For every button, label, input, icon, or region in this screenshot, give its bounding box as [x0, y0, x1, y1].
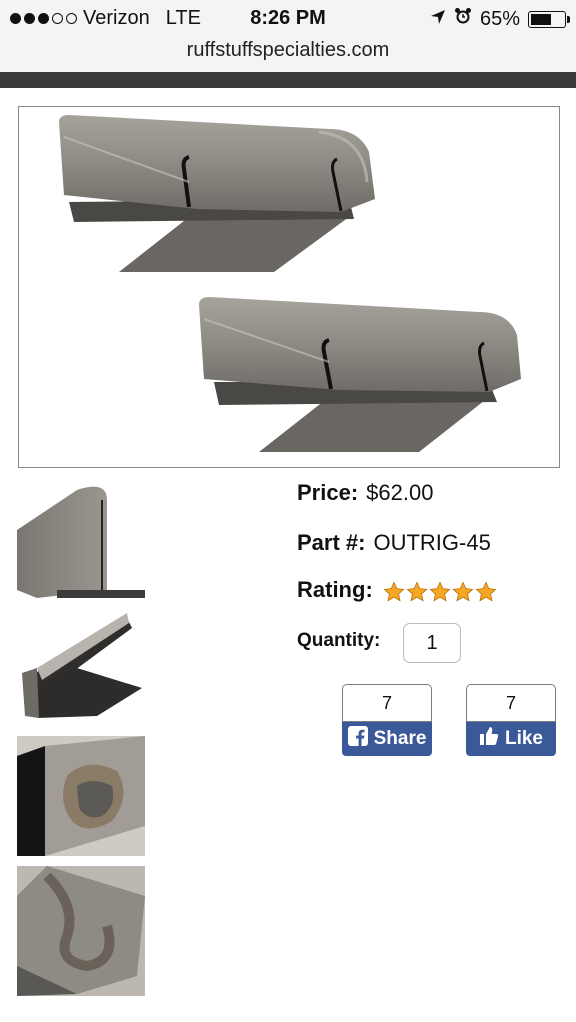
facebook-f-icon — [347, 726, 368, 752]
location-arrow-icon — [430, 8, 446, 31]
rating-label: Rating: — [297, 577, 373, 602]
thumbnail-2[interactable] — [17, 608, 145, 728]
part-number-row: Part #: OUTRIG-45 — [297, 530, 491, 556]
like-label: Like — [504, 728, 544, 749]
outrigger-bracket-bottom — [199, 297, 521, 452]
facebook-share-widget: 7 Share — [342, 684, 432, 756]
main-product-image[interactable] — [18, 106, 560, 468]
like-count: 7 — [466, 684, 556, 729]
star-icon — [429, 581, 451, 602]
part-number-label: Part #: — [297, 530, 366, 555]
quantity-input[interactable]: 1 — [403, 623, 461, 663]
share-label: Share — [373, 728, 427, 749]
thumbnail-3[interactable] — [17, 736, 145, 856]
thumbs-up-icon — [479, 726, 499, 752]
status-bar: Verizon LTE 8:26 PM 65% — [0, 0, 576, 38]
battery-icon — [528, 10, 570, 28]
rating-row: Rating: — [297, 577, 497, 603]
part-number-value: OUTRIG-45 — [373, 530, 491, 555]
thumbnail-1[interactable] — [17, 480, 145, 600]
site-header-strip — [0, 72, 576, 88]
star-icon — [406, 581, 428, 602]
price-value: $62.00 — [366, 480, 434, 505]
outrigger-bracket-top — [59, 115, 375, 272]
star-icon — [383, 581, 405, 602]
url-text[interactable]: ruffstuffspecialties.com — [187, 39, 390, 61]
thumbnail-4[interactable] — [17, 866, 145, 996]
like-button[interactable]: Like — [466, 722, 556, 756]
star-icon — [475, 581, 497, 602]
quantity-label: Quantity: — [297, 630, 381, 651]
share-count: 7 — [342, 684, 432, 729]
share-button[interactable]: Share — [342, 722, 432, 756]
facebook-like-widget: 7 Like — [466, 684, 556, 756]
status-icons: 65% — [430, 7, 570, 31]
alarm-clock-icon — [454, 7, 472, 31]
price-label: Price: — [297, 480, 359, 505]
rating-stars — [383, 581, 497, 603]
star-icon — [452, 581, 474, 602]
price-row: Price: $62.00 — [297, 480, 433, 506]
battery-percent: 65% — [479, 7, 520, 30]
address-bar[interactable]: ruffstuffspecialties.com — [0, 38, 576, 72]
